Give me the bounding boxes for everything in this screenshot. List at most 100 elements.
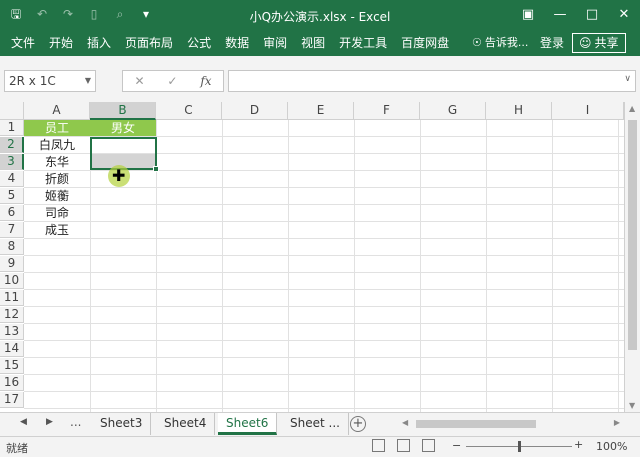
login-button[interactable]: 登录 (540, 34, 564, 52)
row-header[interactable]: 10 (0, 273, 24, 289)
row-header[interactable]: 12 (0, 307, 24, 323)
gridline (24, 255, 624, 256)
ribbon-tab-bar: 文件 开始 插入 页面布局 公式 数据 审阅 视图 开发工具 百度网盘 ☉ 告诉… (0, 30, 640, 56)
tab-view[interactable]: 视图 (294, 34, 332, 52)
zoom-in-icon[interactable]: + (574, 438, 583, 451)
cell-a3[interactable]: 东华 (24, 154, 90, 170)
row-header[interactable]: 8 (0, 239, 24, 255)
name-box[interactable]: 2R x 1C ▼ (4, 70, 96, 92)
close-icon[interactable]: ✕ (608, 0, 640, 30)
column-header[interactable]: C (156, 102, 222, 120)
row-header[interactable]: 6 (0, 205, 24, 221)
column-header[interactable]: I (552, 102, 624, 120)
insert-function-icon[interactable]: fx (200, 74, 211, 88)
zoom-slider-thumb[interactable] (518, 441, 521, 452)
tab-formulas[interactable]: 公式 (180, 34, 218, 52)
tab-page-layout[interactable]: 页面布局 (118, 34, 180, 52)
gridline (618, 120, 619, 412)
next-sheet-icon[interactable]: ▶ (46, 417, 53, 427)
sheet-tab-active[interactable]: Sheet6 (218, 413, 278, 435)
cross-cursor-icon: ✚ (112, 166, 126, 185)
cell-a5[interactable]: 姬蘅 (24, 188, 90, 204)
column-header[interactable]: A (24, 102, 90, 120)
window-controls: ▣ — □ ✕ (512, 0, 640, 30)
normal-view-icon[interactable] (372, 439, 385, 452)
row-header[interactable]: 7 (0, 222, 24, 238)
cell-b1[interactable]: 男女 (90, 120, 156, 136)
cell-a4[interactable]: 折颜 (24, 171, 90, 187)
view-buttons (372, 439, 435, 452)
row-header-selected[interactable]: 2 (0, 137, 24, 153)
gridline (288, 120, 289, 412)
column-header[interactable]: G (420, 102, 486, 120)
column-header[interactable]: E (288, 102, 354, 120)
ribbon-tabs: 文件 开始 插入 页面布局 公式 数据 审阅 视图 开发工具 百度网盘 (4, 34, 456, 52)
scroll-up-icon[interactable]: ▲ (629, 104, 635, 113)
formula-input[interactable]: ∨ (228, 70, 636, 92)
row-header[interactable]: 9 (0, 256, 24, 272)
cell-a6[interactable]: 司命 (24, 205, 90, 221)
tab-review[interactable]: 审阅 (256, 34, 294, 52)
scroll-right-icon[interactable]: ▶ (614, 418, 620, 427)
share-button[interactable]: ☺ 共享 (572, 33, 626, 53)
more-sheets-button[interactable]: ... (70, 415, 81, 429)
sheet-tab[interactable]: Sheet ... (282, 413, 349, 435)
worksheet-grid[interactable]: A B C D E F G H I 1 2 3 4 5 6 7 8 9 10 1… (0, 102, 624, 412)
tell-me-box[interactable]: ☉ 告诉我... (472, 34, 528, 52)
enter-icon[interactable]: ✓ (167, 74, 177, 88)
sheet-tab-bar: ◀ ▶ ... Sheet3 Sheet4 Sheet6 Sheet ... +… (0, 412, 640, 436)
column-header[interactable]: H (486, 102, 552, 120)
ribbon-display-icon[interactable]: ▣ (512, 0, 544, 30)
row-header[interactable]: 14 (0, 341, 24, 357)
column-header-selected[interactable]: B (90, 102, 156, 120)
gridline (24, 408, 624, 409)
sheet-tab[interactable]: Sheet4 (156, 413, 216, 435)
row-header[interactable]: 13 (0, 324, 24, 340)
page-break-view-icon[interactable] (422, 439, 435, 452)
column-header[interactable]: D (222, 102, 288, 120)
expand-formula-icon[interactable]: ∨ (624, 74, 631, 84)
add-sheet-button[interactable]: + (350, 416, 366, 432)
zoom-level[interactable]: 100% (596, 440, 627, 453)
cell-a2[interactable]: 白凤九 (24, 137, 90, 153)
zoom-out-icon[interactable]: − (452, 439, 461, 452)
tab-developer[interactable]: 开发工具 (332, 34, 394, 52)
scroll-down-icon[interactable]: ▼ (629, 401, 635, 410)
prev-sheet-icon[interactable]: ◀ (20, 417, 27, 427)
row-header[interactable]: 15 (0, 358, 24, 374)
tab-file[interactable]: 文件 (4, 34, 42, 52)
row-header[interactable]: 1 (0, 120, 24, 136)
page-layout-view-icon[interactable] (397, 439, 410, 452)
minimize-icon[interactable]: — (544, 0, 576, 30)
maximize-icon[interactable]: □ (576, 0, 608, 30)
horizontal-scroll-thumb[interactable] (416, 420, 536, 428)
cancel-icon[interactable]: ✕ (134, 74, 144, 88)
vertical-scrollbar[interactable]: ▲ ▼ (624, 102, 640, 412)
row-header[interactable]: 4 (0, 171, 24, 187)
mouse-cursor-icon: ✚ (108, 165, 130, 187)
horizontal-scrollbar[interactable]: ◀ ▶ (400, 418, 622, 430)
gridline (420, 120, 421, 412)
fill-handle[interactable] (153, 166, 159, 172)
gridline (24, 340, 624, 341)
cell-a7[interactable]: 成玉 (24, 222, 90, 238)
chevron-down-icon[interactable]: ▼ (85, 71, 91, 91)
row-header[interactable]: 11 (0, 290, 24, 306)
gridline (24, 306, 624, 307)
row-header-selected[interactable]: 3 (0, 154, 24, 170)
row-header[interactable]: 5 (0, 188, 24, 204)
scroll-left-icon[interactable]: ◀ (402, 418, 408, 427)
tab-insert[interactable]: 插入 (80, 34, 118, 52)
status-ready: 就绪 (6, 442, 28, 455)
tab-baidu-netdisk[interactable]: 百度网盘 (394, 34, 456, 52)
sheet-tab[interactable]: Sheet3 (92, 413, 152, 435)
ribbon-collapsed-area (0, 56, 640, 68)
tab-data[interactable]: 数据 (218, 34, 256, 52)
scroll-thumb[interactable] (628, 120, 637, 350)
column-header[interactable]: F (354, 102, 420, 120)
row-header[interactable]: 16 (0, 375, 24, 391)
row-header[interactable]: 17 (0, 392, 24, 408)
tab-home[interactable]: 开始 (42, 34, 80, 52)
cell-a1[interactable]: 员工 (24, 120, 90, 136)
select-all-corner[interactable] (0, 102, 24, 120)
